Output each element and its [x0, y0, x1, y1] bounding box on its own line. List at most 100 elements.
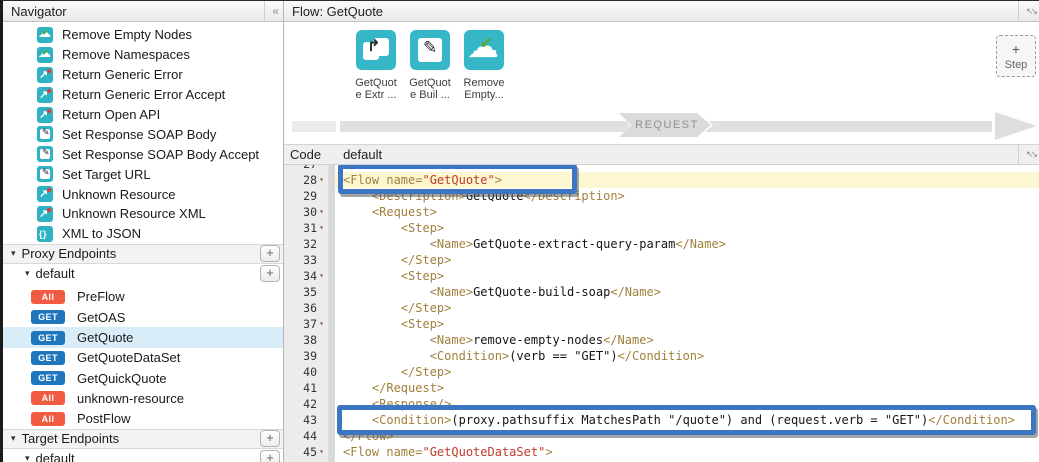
endpoint-item-getquickquote[interactable]: GETGetQuickQuote — [3, 368, 283, 388]
code-line[interactable]: <Request> — [335, 204, 1039, 220]
code-token — [343, 349, 430, 363]
add-flow-button[interactable]: + — [260, 265, 280, 282]
method-badge: All — [31, 412, 65, 426]
group-label: default — [36, 266, 75, 281]
code-token: </Name> — [603, 333, 654, 347]
code-line[interactable]: </Step> — [335, 300, 1039, 316]
target-group-default[interactable]: ▾ default + — [3, 449, 283, 462]
code-token: </Step> — [401, 365, 452, 379]
add-flow-button[interactable]: + — [260, 450, 280, 462]
add-proxy-endpoint-button[interactable]: + — [260, 245, 280, 262]
policy-item[interactable]: ↗Unknown Resource XML — [3, 204, 283, 224]
gutter-line: 37▾ — [284, 316, 328, 332]
endpoint-item-postflow[interactable]: All PostFlow — [3, 409, 283, 429]
policy-item[interactable]: ☁✔Remove Empty Nodes — [3, 25, 283, 45]
flow-step[interactable]: ↱GetQuot e Extr ... — [349, 30, 403, 101]
section-proxy-endpoints[interactable]: ▾ Proxy Endpoints + — [3, 244, 283, 264]
code-line[interactable]: <Description>GetQuote</Description> — [335, 188, 1039, 204]
line-number: 30 — [303, 204, 317, 220]
fold-icon[interactable]: ▾ — [317, 172, 326, 188]
code-token: <Name> — [430, 333, 473, 347]
code-line[interactable]: </Step> — [335, 364, 1039, 380]
proxy-group-default[interactable]: ▾ default + — [3, 264, 283, 284]
code-line[interactable]: <Response/> — [335, 396, 1039, 412]
gutter-line: 38 — [284, 332, 328, 348]
code-line[interactable]: </Flow> — [335, 428, 1039, 444]
code-line[interactable]: <Name>GetQuote-extract-query-param</Name… — [335, 236, 1039, 252]
caret-down-icon[interactable]: ▾ — [25, 268, 30, 279]
gutter-line: 30▾ — [284, 204, 328, 220]
group-label: default — [36, 451, 75, 462]
policy-item[interactable]: ✎Set Response SOAP Body Accept — [3, 144, 283, 164]
line-number: 28 — [303, 172, 317, 188]
code-line[interactable]: </Step> — [335, 252, 1039, 268]
share-arrow-glyph: ↱ — [367, 36, 380, 56]
code-line[interactable]: <Flow name="GetQuoteDataSet"> — [335, 444, 1039, 460]
endpoint-item-getquote[interactable]: GETGetQuote — [3, 327, 283, 347]
code-token: <Name> — [430, 237, 473, 251]
policy-item[interactable]: { }XML to JSON — [3, 224, 283, 244]
caret-down-icon[interactable]: ▾ — [11, 433, 16, 444]
caret-down-icon[interactable]: ▾ — [25, 453, 30, 462]
code-line[interactable]: <Step> — [335, 268, 1039, 284]
policy-item[interactable]: ✎Set Response SOAP Body — [3, 124, 283, 144]
code-line[interactable]: <Step> — [335, 220, 1039, 236]
navigator-header: Navigator « — [3, 1, 283, 22]
endpoint-item-unknown-resource[interactable]: Allunknown-resource — [3, 388, 283, 408]
flow-step[interactable]: ☁✔Remove Empty... — [457, 30, 511, 101]
policy-item[interactable]: ↗Return Generic Error — [3, 65, 283, 85]
code-line[interactable]: </Flow> — [335, 165, 1039, 172]
flow-step[interactable]: ✎GetQuot e Buil ... — [403, 30, 457, 101]
code-token: <Name> — [430, 285, 473, 299]
endpoint-name: unknown-resource — [77, 391, 184, 406]
code-line[interactable]: <Flow name="GetQuote"> — [335, 172, 1039, 188]
fold-icon[interactable]: ▾ — [317, 444, 326, 460]
code-token: GetQuote-extract-query-param — [473, 237, 675, 251]
flow-header: Flow: GetQuote ↖↘ — [284, 1, 1039, 22]
policy-item[interactable]: ↗Return Generic Error Accept — [3, 85, 283, 105]
code-tab-default[interactable]: default — [343, 147, 382, 162]
endpoint-item-getoas[interactable]: GETGetOAS — [3, 307, 283, 327]
endpoint-name: PostFlow — [77, 411, 130, 426]
code-line[interactable]: </Request> — [335, 380, 1039, 396]
code-line[interactable]: <Name>remove-empty-nodes</Name> — [335, 332, 1039, 348]
collapse-panel-icon[interactable]: « — [264, 1, 283, 21]
gutter-line: 41 — [284, 380, 328, 396]
expand-icon[interactable]: ↖↘ — [1018, 145, 1039, 164]
fold-icon[interactable]: ▾ — [317, 220, 326, 236]
red-dot — [47, 109, 51, 113]
request-banner-label: REQUEST — [619, 113, 711, 137]
expand-icon[interactable]: ↖↘ — [1018, 1, 1039, 21]
policy-item[interactable]: ✎Set Target URL — [3, 164, 283, 184]
policy-item[interactable]: ↗Return Open API — [3, 105, 283, 125]
policy-item[interactable]: ☁✔Remove Namespaces — [3, 45, 283, 65]
add-step-button[interactable]: + Step — [996, 35, 1036, 77]
code-lines: </Flow><Flow name="GetQuote"> <Descripti… — [335, 165, 1039, 462]
section-target-endpoints[interactable]: ▾ Target Endpoints + — [3, 429, 283, 449]
fold-icon[interactable]: ▾ — [317, 316, 326, 332]
code-line[interactable]: <Step> — [335, 316, 1039, 332]
fold-icon[interactable]: ▾ — [317, 204, 326, 220]
code-token: </Condition> — [928, 413, 1015, 427]
fold-icon[interactable]: ▾ — [317, 268, 326, 284]
line-number: 45 — [303, 444, 317, 460]
code-token: <Flow name= — [343, 173, 422, 187]
endpoint-item-getquotedataset[interactable]: GETGetQuoteDataSet — [3, 348, 283, 368]
assign-message-icon[interactable]: ✎ — [410, 30, 450, 70]
request-banner[interactable]: REQUEST — [617, 111, 713, 139]
add-step-label: Step — [1005, 59, 1028, 71]
caret-down-icon[interactable]: ▾ — [11, 248, 16, 259]
add-target-endpoint-button[interactable]: + — [260, 430, 280, 447]
code-line[interactable]: <Condition>(proxy.pathsuffix MatchesPath… — [335, 412, 1039, 428]
red-dot — [47, 208, 51, 212]
policy-item[interactable]: ↗Unknown Resource — [3, 184, 283, 204]
gutter-line: 40 — [284, 364, 328, 380]
cloud-check-icon[interactable]: ☁✔ — [464, 30, 504, 70]
code-line[interactable]: <Condition>(verb == "GET")</Condition> — [335, 348, 1039, 364]
extract-variables-icon[interactable]: ↱ — [356, 30, 396, 70]
code-editor[interactable]: 2728▾2930▾31▾323334▾353637▾3839404142434… — [284, 165, 1039, 462]
gutter-lines: 2728▾2930▾31▾323334▾353637▾3839404142434… — [284, 165, 328, 462]
code-line[interactable]: <Name>GetQuote-build-soap</Name> — [335, 284, 1039, 300]
endpoint-item-preflow[interactable]: AllPreFlow — [3, 287, 283, 307]
code-token — [343, 189, 372, 203]
